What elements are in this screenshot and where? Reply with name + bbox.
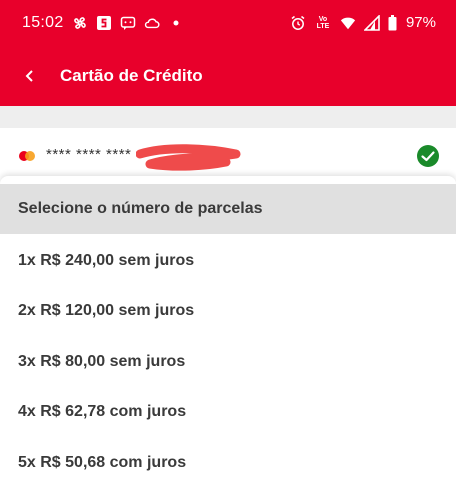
page-title: Cartão de Crédito	[60, 66, 203, 85]
chevron-left-icon	[25, 70, 33, 82]
selected-card-row[interactable]: **** **** ****	[0, 128, 456, 180]
mastercard-icon	[19, 151, 35, 161]
volte-icon: Vo LTE	[314, 15, 332, 31]
installment-option-2x[interactable]: 2x R$ 120,00 sem juros	[0, 286, 456, 336]
back-button[interactable]	[18, 64, 42, 88]
status-bar-right: Vo LTE 97%	[290, 14, 436, 31]
installment-option-label: 5x R$ 50,68 com juros	[18, 454, 187, 471]
installment-option-label: 4x R$ 62,78 com juros	[18, 403, 187, 420]
section-divider	[0, 106, 456, 128]
installment-option-5x[interactable]: 5x R$ 50,68 com juros	[0, 438, 456, 488]
alarm-icon	[290, 15, 306, 31]
volte-line1: Vo	[318, 15, 328, 23]
installments-header-label: Selecione o número de parcelas	[18, 200, 263, 217]
status-bar: 15:02 Vo LTE 97%	[0, 0, 456, 50]
battery-percent: 97%	[405, 14, 436, 31]
installment-option-label: 3x R$ 80,00 sem juros	[18, 353, 186, 370]
dot-icon	[168, 15, 184, 31]
installments-header: Selecione o número de parcelas	[0, 184, 456, 234]
card-number: **** **** ****	[46, 146, 132, 163]
cloud-icon	[144, 15, 160, 31]
app-bar: Cartão de Crédito	[0, 50, 456, 106]
installment-option-3x[interactable]: 3x R$ 80,00 sem juros	[0, 337, 456, 387]
message-icon	[120, 15, 136, 31]
installment-option-1x[interactable]: 1x R$ 240,00 sem juros	[0, 236, 456, 286]
wifi-icon	[340, 15, 356, 31]
pinwheel-icon	[72, 15, 88, 31]
redaction-scribble	[136, 144, 241, 171]
installment-option-label: 1x R$ 240,00 sem juros	[18, 252, 195, 269]
check-circle-icon	[417, 145, 439, 167]
installment-option-label: 2x R$ 120,00 sem juros	[18, 302, 195, 319]
installment-option-4x[interactable]: 4x R$ 62,78 com juros	[0, 387, 456, 437]
s-app-icon	[96, 15, 112, 31]
signal-icon	[363, 14, 380, 31]
status-bar-left: 15:02	[22, 14, 184, 32]
installments-sheet: Selecione o número de parcelas 1x R$ 240…	[0, 176, 456, 500]
battery-icon	[388, 14, 398, 31]
volte-line2: LTE	[316, 22, 330, 30]
status-time: 15:02	[22, 14, 64, 31]
